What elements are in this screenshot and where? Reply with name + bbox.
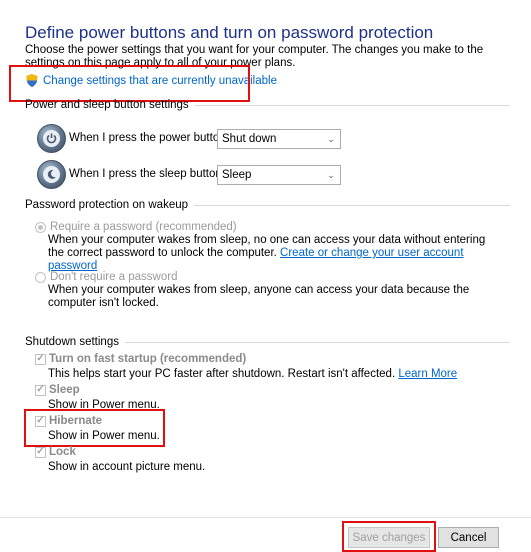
highlight-box-hibernate [24, 409, 165, 447]
footer-divider [0, 517, 531, 518]
cancel-button[interactable]: Cancel [438, 527, 499, 548]
fast-startup-option[interactable]: ✓ Turn on fast startup (recommended) [35, 353, 246, 365]
highlight-box-uac-link [9, 65, 250, 102]
lock-desc: Show in account picture menu. [48, 461, 206, 473]
radio-no-password[interactable] [35, 271, 46, 283]
lock-option[interactable]: ✓ Lock [35, 446, 76, 458]
power-button-select[interactable]: Shut down ⌄ [217, 129, 341, 149]
sleep-button-label: When I press the sleep button: [69, 168, 225, 180]
power-button-icon [37, 124, 66, 153]
radio-require-password[interactable] [35, 221, 46, 233]
fast-startup-desc: This helps start your PC faster after sh… [48, 368, 457, 380]
section-divider [124, 341, 510, 343]
require-password-desc: When your computer wakes from sleep, no … [48, 234, 488, 273]
lock-title: Lock [49, 446, 76, 458]
lock-checkbox[interactable]: ✓ [35, 446, 46, 458]
highlight-box-save [342, 521, 436, 552]
require-password-title: Require a password (recommended) [50, 221, 237, 233]
no-password-desc: When your computer wakes from sleep, any… [48, 284, 470, 309]
section-divider [194, 204, 510, 206]
chevron-down-icon: ⌄ [327, 169, 335, 180]
section-power-sleep-title: Power and sleep button settings [25, 99, 189, 111]
chevron-down-icon: ⌄ [327, 133, 335, 144]
section-shutdown-title: Shutdown settings [25, 336, 119, 348]
require-password-option[interactable]: Require a password (recommended) [35, 221, 237, 233]
sleep-title: Sleep [49, 384, 80, 396]
fast-startup-title: Turn on fast startup (recommended) [49, 353, 247, 365]
sleep-button-value: Sleep [222, 169, 252, 181]
learn-more-link[interactable]: Learn More [398, 368, 457, 380]
section-password-title: Password protection on wakeup [25, 199, 189, 211]
fast-startup-text: This helps start your PC faster after sh… [48, 368, 396, 380]
sleep-checkbox[interactable]: ✓ [35, 384, 46, 396]
sleep-button-icon [37, 160, 66, 189]
power-button-label: When I press the power button: [69, 132, 229, 144]
power-button-value: Shut down [222, 133, 277, 145]
no-password-title: Don't require a password [50, 271, 178, 283]
section-password: Password protection on wakeup [25, 199, 510, 211]
section-shutdown: Shutdown settings [25, 336, 510, 348]
sleep-option[interactable]: ✓ Sleep [35, 384, 80, 396]
no-password-option[interactable]: Don't require a password [35, 271, 177, 283]
page-title: Define power buttons and turn on passwor… [25, 23, 434, 42]
section-divider [194, 104, 510, 106]
fast-startup-checkbox[interactable]: ✓ [35, 353, 46, 365]
section-power-sleep: Power and sleep button settings [25, 99, 510, 111]
sleep-button-select[interactable]: Sleep ⌄ [217, 165, 341, 185]
